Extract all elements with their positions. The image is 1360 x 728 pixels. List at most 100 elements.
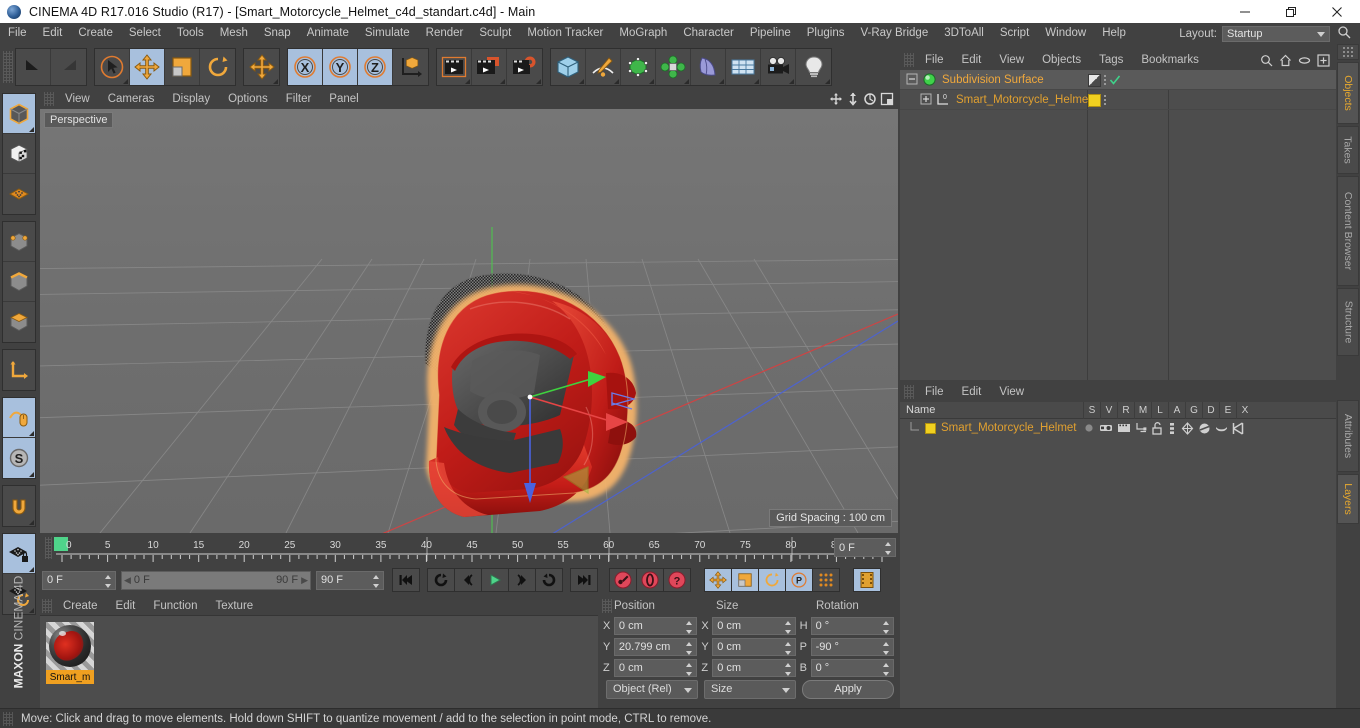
layers-column-x[interactable]: X	[1236, 402, 1253, 419]
animation-icon[interactable]	[1167, 422, 1177, 435]
spinner-icon[interactable]	[882, 621, 890, 634]
enabled-check-icon[interactable]	[1109, 74, 1121, 86]
display-tag-icon[interactable]	[1088, 73, 1101, 87]
object-menu-objects[interactable]: Objects	[1033, 54, 1090, 66]
position-key-toggle[interactable]	[704, 568, 732, 592]
workplane-mode[interactable]	[3, 174, 35, 214]
rotation-p-field[interactable]: -90 °	[810, 638, 894, 656]
side-tab-content-browser[interactable]: Content Browser	[1337, 176, 1359, 286]
go-to-start-button[interactable]	[392, 568, 420, 592]
menu-sculpt[interactable]: Sculpt	[471, 23, 519, 44]
unlock-icon[interactable]	[1151, 421, 1163, 435]
add-light-button[interactable]	[796, 48, 831, 85]
play-button[interactable]	[481, 568, 509, 592]
add-array-button[interactable]	[656, 48, 691, 85]
range-left-arrow-icon[interactable]: ◀	[124, 575, 131, 586]
object-row-smart-motorcycle-helmet[interactable]: 0 Smart_Motorcycle_Helmet	[900, 90, 1336, 110]
open-timeline-button[interactable]	[853, 568, 881, 592]
record-active-objects-button[interactable]	[609, 568, 637, 592]
move-tool[interactable]	[130, 48, 165, 85]
render-to-picture-viewer-button[interactable]	[472, 48, 507, 85]
go-to-previous-frame-button[interactable]	[454, 568, 482, 592]
grip-icon[interactable]	[3, 50, 13, 83]
menu-window[interactable]: Window	[1037, 23, 1094, 44]
layer-link-icon[interactable]	[1135, 422, 1147, 434]
undo-button[interactable]	[16, 48, 51, 85]
lock-y-axis[interactable]: Y	[323, 48, 358, 85]
render-clapper-icon[interactable]	[1117, 422, 1131, 434]
visibility-eye-icon[interactable]	[1099, 422, 1113, 434]
spinner-icon[interactable]	[105, 574, 112, 588]
spinner-icon[interactable]	[784, 621, 792, 634]
pan-view-icon[interactable]	[829, 92, 843, 106]
deformer-icon[interactable]	[1198, 422, 1211, 435]
grip-icon[interactable]	[44, 92, 54, 106]
menu-vray-bridge[interactable]: V-Ray Bridge	[852, 23, 936, 44]
timeline-ruler[interactable]: 051015202530354045505560657075808590	[52, 535, 892, 565]
object-menu-tags[interactable]: Tags	[1090, 54, 1132, 66]
menu-plugins[interactable]: Plugins	[799, 23, 853, 44]
plus-box-icon[interactable]	[1317, 53, 1330, 67]
live-selection-tool[interactable]	[95, 48, 130, 85]
expression-icon[interactable]	[1215, 423, 1228, 434]
menu-motion-tracker[interactable]: Motion Tracker	[519, 23, 611, 44]
scale-tool[interactable]	[165, 48, 200, 85]
layers-menu-edit[interactable]: Edit	[953, 386, 991, 398]
move-axis-tool[interactable]	[244, 48, 279, 85]
lock-x-axis[interactable]: X	[288, 48, 323, 85]
side-tab-objects[interactable]: Objects	[1337, 62, 1359, 124]
world-object-coordinate-toggle[interactable]	[393, 48, 428, 85]
layers-column-r[interactable]: R	[1117, 402, 1134, 419]
tag-dots-icon[interactable]	[1104, 75, 1106, 85]
side-tab-attributes[interactable]: Attributes	[1337, 400, 1359, 472]
model-mode[interactable]	[3, 94, 35, 134]
layers-table[interactable]: Name S V R M L A G D E X Smart_Motorcycl…	[900, 402, 1336, 708]
spinner-icon[interactable]	[686, 663, 693, 676]
spinner-icon[interactable]	[373, 574, 380, 588]
snap-settings[interactable]: S	[3, 438, 35, 478]
keyframe-selection-button[interactable]: ?	[663, 568, 691, 592]
zoom-view-icon[interactable]	[846, 92, 860, 106]
viewport-menu-cameras[interactable]: Cameras	[99, 93, 164, 105]
material-menu-texture[interactable]: Texture	[206, 600, 262, 612]
grip-icon[interactable]	[3, 711, 13, 726]
size-x-field[interactable]: 0 cm	[712, 617, 796, 635]
go-to-next-frame-button[interactable]	[508, 568, 536, 592]
rotate-view-icon[interactable]	[863, 92, 877, 106]
position-x-field[interactable]: 0 cm	[613, 617, 698, 635]
play-backwards-key-button[interactable]	[427, 568, 455, 592]
add-spline-button[interactable]	[586, 48, 621, 85]
apply-button[interactable]: Apply	[802, 679, 894, 699]
add-nurbs-button[interactable]	[621, 48, 656, 85]
menu-help[interactable]: Help	[1094, 23, 1134, 44]
side-tabs-grip-icon[interactable]	[1337, 44, 1359, 60]
material-menu-function[interactable]: Function	[144, 600, 206, 612]
render-settings-button[interactable]	[507, 48, 542, 85]
size-mode-select[interactable]: Size	[704, 679, 796, 699]
menu-simulate[interactable]: Simulate	[357, 23, 418, 44]
menu-pipeline[interactable]: Pipeline	[742, 23, 799, 44]
layers-menu-view[interactable]: View	[990, 386, 1033, 398]
menu-edit[interactable]: Edit	[35, 23, 71, 44]
position-z-field[interactable]: 0 cm	[613, 659, 698, 677]
render-view-button[interactable]	[437, 48, 472, 85]
object-row-subdivision-surface[interactable]: Subdivision Surface	[900, 70, 1336, 90]
current-frame-field[interactable]: 0 F	[42, 570, 116, 590]
timeline-frame-field-right[interactable]: 0 F	[834, 538, 896, 557]
yellow-swatch-icon[interactable]	[925, 422, 936, 434]
edges-mode[interactable]	[3, 262, 35, 302]
play-forwards-loop-button[interactable]	[535, 568, 563, 592]
add-floor-button[interactable]	[726, 48, 761, 85]
layers-column-d[interactable]: D	[1202, 402, 1219, 419]
viewport-menu-options[interactable]: Options	[219, 93, 277, 105]
pla-key-toggle[interactable]: P	[785, 568, 813, 592]
tag-dots-icon[interactable]	[1104, 95, 1106, 105]
viewport-menu-panel[interactable]: Panel	[320, 93, 367, 105]
spinner-icon[interactable]	[784, 663, 792, 676]
menu-script[interactable]: Script	[992, 23, 1037, 44]
scale-key-toggle[interactable]	[731, 568, 759, 592]
max-frame-field[interactable]: 90 F	[316, 570, 384, 590]
rotate-tool[interactable]	[200, 48, 235, 85]
redo-button[interactable]	[51, 48, 86, 85]
position-y-field[interactable]: 20.799 cm	[613, 638, 698, 656]
